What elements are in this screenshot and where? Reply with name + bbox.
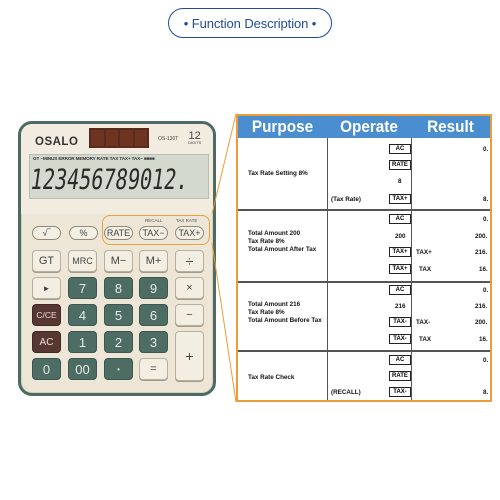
key-9[interactable]: 9 <box>139 277 168 299</box>
result-value: 0. <box>483 287 489 294</box>
key-4[interactable]: 4 <box>68 304 97 326</box>
lcd-indicators: GT −MINUS ERROR MEMORY RATE TAX TAX+ TAX… <box>33 156 155 161</box>
result-label: TAX <box>419 336 432 343</box>
result-value: 0. <box>483 357 489 364</box>
operate-key: TAX- <box>389 317 411 327</box>
key-5[interactable]: 5 <box>104 304 133 326</box>
operate-key: AC <box>389 144 411 154</box>
backspace-key[interactable]: ► <box>32 277 61 299</box>
header-purpose: Purpose <box>251 117 314 136</box>
key-2[interactable]: 2 <box>104 331 133 353</box>
operate-key: AC <box>389 355 411 365</box>
result-label: TAX <box>419 266 432 273</box>
operate-note: (Tax Rate) <box>331 196 361 203</box>
purpose-text: Tax Rate Check <box>248 374 295 381</box>
m-plus-key[interactable]: M+ <box>139 250 168 272</box>
equals-key[interactable]: = <box>139 358 168 380</box>
key-7[interactable]: 7 <box>68 277 97 299</box>
gt-key[interactable]: GT <box>32 250 61 272</box>
operate-key: AC <box>389 214 411 224</box>
calculator-top-panel: OSALO OS-130T 12 DIGITS GT −MINUS ERROR … <box>21 124 213 214</box>
operate-key: TAX+ <box>389 264 411 274</box>
percent-key[interactable]: % <box>69 226 98 240</box>
row-divider <box>238 350 490 352</box>
clear-entry-key[interactable]: C/CE <box>32 304 61 326</box>
operate-key: TAX+ <box>389 247 411 257</box>
result-value: 0. <box>483 146 489 153</box>
row-divider <box>238 209 490 211</box>
purpose-line: Total Amount 200 <box>248 230 301 237</box>
result-value: 16. <box>479 266 488 273</box>
tax-rate-label: TAX RATE <box>176 218 198 223</box>
result-value: 216. <box>475 303 488 310</box>
lcd-display: GT −MINUS ERROR MEMORY RATE TAX TAX+ TAX… <box>28 154 209 199</box>
operate-key: AC <box>389 285 411 295</box>
result-value: 200. <box>475 319 488 326</box>
result-label: TAX- <box>416 319 431 326</box>
key-8[interactable]: 8 <box>104 277 133 299</box>
purpose-text: Tax Rate Setting 8% <box>248 170 308 177</box>
key-3[interactable]: 3 <box>139 331 168 353</box>
function-table: Purpose Operate Result Tax Rate Setting … <box>236 114 492 402</box>
row-divider <box>238 281 490 283</box>
result-value: 216. <box>475 249 488 256</box>
key-1[interactable]: 1 <box>68 331 97 353</box>
digits-caption: DIGITS <box>188 140 202 145</box>
header-result: Result <box>427 117 474 136</box>
purpose-text: Total Amount 200 Tax Rate 8% Total Amoun… <box>248 230 316 254</box>
result-value: 8. <box>483 389 489 396</box>
rate-key[interactable]: RATE <box>104 226 133 240</box>
operate-key: TAX+ <box>389 194 411 204</box>
sqrt-key[interactable]: √‾ <box>32 226 61 240</box>
lcd-digits: 123456789012. <box>28 163 191 196</box>
purpose-line: Total Amount Before Tax <box>248 317 322 324</box>
header-operate: Operate <box>340 117 398 136</box>
decimal-key[interactable]: • <box>104 358 133 380</box>
mrc-key[interactable]: MRC <box>68 250 97 272</box>
column-divider <box>327 138 328 400</box>
tax-minus-key[interactable]: TAX− <box>139 226 168 240</box>
operate-value: 216 <box>395 303 406 310</box>
recall-label: RECALL <box>145 218 163 223</box>
purpose-line: Total Amount After Tax <box>248 246 317 253</box>
solar-panel <box>89 128 149 148</box>
purpose-line: Tax Rate 8% <box>248 238 285 245</box>
operate-key: RATE <box>389 371 411 381</box>
divide-key[interactable]: ÷ <box>175 250 204 272</box>
model-number: OS-130T <box>158 136 179 142</box>
operate-key: TAX- <box>389 334 411 344</box>
key-6[interactable]: 6 <box>139 304 168 326</box>
multiply-key[interactable]: × <box>175 277 204 299</box>
tax-plus-key[interactable]: TAX+ <box>175 226 204 240</box>
operate-value: 8 <box>398 178 402 185</box>
purpose-text: Total Amount 216 Tax Rate 8% Total Amoun… <box>248 301 322 325</box>
key-0[interactable]: 0 <box>32 358 61 380</box>
function-description-title: • Function Description • <box>168 8 332 38</box>
table-header: Purpose Operate Result <box>238 116 490 138</box>
calculator: OSALO OS-130T 12 DIGITS GT −MINUS ERROR … <box>18 121 216 396</box>
minus-key[interactable]: − <box>175 304 204 326</box>
purpose-line: Total Amount 216 <box>248 301 301 308</box>
plus-key[interactable]: + <box>175 331 204 381</box>
key-00[interactable]: 00 <box>68 358 97 380</box>
operate-key: RATE <box>389 160 411 170</box>
column-divider <box>411 138 412 400</box>
result-value: 16. <box>479 336 488 343</box>
brand-logo: OSALO <box>35 136 79 148</box>
m-minus-key[interactable]: M− <box>104 250 133 272</box>
operate-value: 200 <box>395 233 406 240</box>
purpose-line: Tax Rate 8% <box>248 309 285 316</box>
result-label: TAX+ <box>416 249 432 256</box>
result-value: 8. <box>483 196 489 203</box>
digits-badge: 12 DIGITS <box>188 131 201 145</box>
result-value: 0. <box>483 216 489 223</box>
operate-key: TAX- <box>389 387 411 397</box>
result-value: 200. <box>475 233 488 240</box>
operate-note: (RECALL) <box>331 389 361 396</box>
all-clear-key[interactable]: AC <box>32 331 61 353</box>
